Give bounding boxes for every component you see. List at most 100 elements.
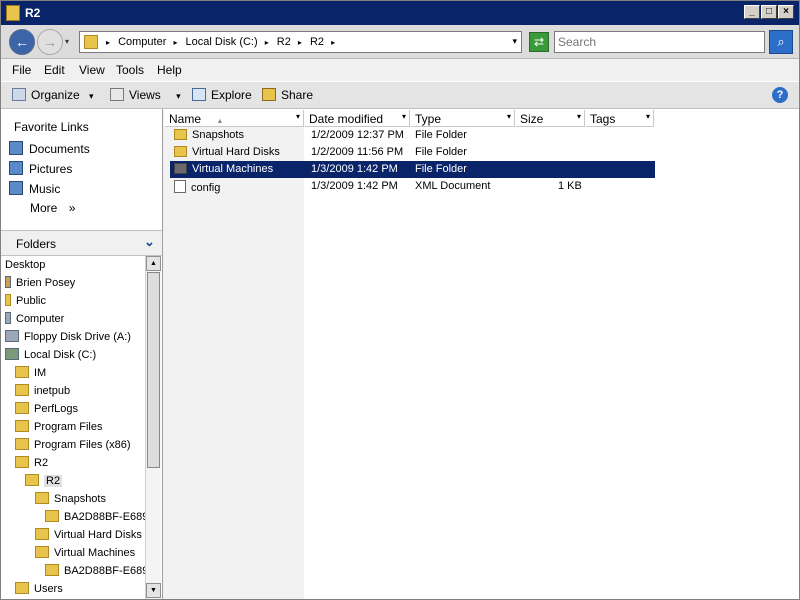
- tree-item[interactable]: Brien Posey: [5, 274, 75, 292]
- breadcrumb-separator[interactable]: ▸: [173, 38, 177, 47]
- address-bar[interactable]: ▸ Computer ▸ Local Disk (C:) ▸ R2 ▸ R2 ▸…: [79, 31, 522, 53]
- search-icon[interactable]: ⌕: [769, 30, 793, 54]
- column-header-date-modified[interactable]: Date modified ▾: [305, 110, 410, 127]
- file-row[interactable]: Virtual Hard Disks 1/2/2009 11:56 PM Fil…: [170, 144, 655, 161]
- folder-icon: [15, 420, 29, 432]
- folders-header[interactable]: Folders ⌄: [1, 230, 162, 256]
- sorted-column-shading: [164, 127, 304, 599]
- file-name-cell: config: [174, 180, 220, 194]
- tree-item[interactable]: Floppy Disk Drive (A:): [5, 328, 131, 346]
- folder-tree-scrollbar[interactable]: ▲ ▼: [145, 256, 161, 599]
- folder-icon: [84, 35, 98, 49]
- file-name-cell: Virtual Hard Disks: [174, 146, 280, 158]
- tree-label: IM: [34, 367, 47, 379]
- column-dropdown-icon[interactable]: ▾: [646, 112, 650, 121]
- breadcrumb-r2[interactable]: R2: [277, 36, 291, 48]
- favorite-music[interactable]: Music: [9, 181, 60, 196]
- tree-item[interactable]: Virtual Machines: [35, 544, 135, 562]
- close-button[interactable]: ×: [778, 5, 794, 19]
- column-dropdown-icon[interactable]: ▾: [507, 112, 511, 121]
- tree-item[interactable]: inetpub: [15, 382, 70, 400]
- breadcrumb-separator[interactable]: ▸: [106, 38, 110, 47]
- column-dropdown-icon[interactable]: ▾: [577, 112, 581, 121]
- menu-help[interactable]: Help: [157, 63, 182, 77]
- tree-label: Floppy Disk Drive (A:): [24, 331, 131, 343]
- file-row[interactable]: config 1/3/2009 1:42 PM XML Document 1 K…: [170, 178, 655, 195]
- file-date: 1/3/2009 1:42 PM: [311, 163, 398, 175]
- breadcrumb-separator[interactable]: ▸: [298, 38, 302, 47]
- tree-item[interactable]: Public: [5, 292, 46, 310]
- menu-tools[interactable]: Tools: [116, 63, 144, 77]
- tree-item[interactable]: PerfLogs: [15, 400, 78, 418]
- maximize-button[interactable]: □: [761, 5, 777, 19]
- favorite-more[interactable]: More »: [30, 201, 75, 215]
- breadcrumb-r2-current[interactable]: R2: [310, 36, 324, 48]
- sort-ascending-icon: ▲: [216, 118, 224, 125]
- share-button[interactable]: Share: [262, 88, 313, 102]
- column-header-size[interactable]: Size ▾: [516, 110, 585, 127]
- search-input[interactable]: [554, 31, 765, 53]
- tree-item[interactable]: Local Disk (C:): [5, 346, 96, 364]
- column-header-name[interactable]: Name ▲ ▾: [165, 110, 304, 127]
- chevron-down-icon[interactable]: ⌄: [144, 234, 155, 250]
- back-button[interactable]: ←: [9, 29, 35, 55]
- breadcrumb: ▸ Computer ▸ Local Disk (C:) ▸ R2 ▸ R2 ▸: [106, 36, 340, 48]
- organize-button[interactable]: Organize ▾: [12, 88, 94, 102]
- tree-item[interactable]: Virtual Hard Disks: [35, 526, 142, 544]
- music-icon: [9, 181, 23, 195]
- breadcrumb-separator[interactable]: ▸: [265, 38, 269, 47]
- folder-icon: [35, 528, 49, 540]
- refresh-button[interactable]: ⇄: [529, 32, 549, 52]
- scroll-thumb[interactable]: [147, 272, 160, 468]
- tree-item[interactable]: BA2D88BF-E689: [45, 562, 145, 580]
- favorite-documents[interactable]: Documents: [9, 141, 90, 156]
- column-header-type[interactable]: Type ▾: [411, 110, 515, 127]
- menu-edit[interactable]: Edit: [44, 63, 65, 77]
- folder-icon: [15, 402, 29, 414]
- floppy-drive-icon: [5, 330, 19, 342]
- tree-item[interactable]: Program Files (x86): [15, 436, 131, 454]
- window-title: R2: [25, 6, 41, 20]
- column-label: Size: [520, 112, 544, 126]
- tree-item[interactable]: Computer: [5, 310, 64, 328]
- tree-item[interactable]: Program Files: [15, 418, 102, 436]
- breadcrumb-computer[interactable]: Computer: [118, 36, 166, 48]
- tree-item[interactable]: Users: [15, 580, 63, 598]
- scroll-down-button[interactable]: ▼: [146, 583, 161, 598]
- tree-item[interactable]: R2: [15, 454, 48, 472]
- tree-item[interactable]: BA2D88BF-E689: [45, 508, 145, 526]
- tree-item[interactable]: IM: [15, 364, 46, 382]
- title-bar[interactable]: R2 _ □ ×: [1, 1, 799, 25]
- menu-bar: File Edit View Tools Help: [1, 59, 799, 81]
- explore-button[interactable]: Explore: [192, 88, 252, 102]
- tree-label: Public: [16, 295, 46, 307]
- tree-label: Desktop: [5, 259, 46, 271]
- favorite-pictures[interactable]: Pictures: [9, 161, 72, 176]
- folder-icon: [35, 546, 49, 558]
- tree-item-selected[interactable]: R2: [25, 472, 63, 490]
- column-header-tags[interactable]: Tags ▾: [586, 110, 654, 127]
- file-row[interactable]: Snapshots 1/2/2009 12:37 PM File Folder: [170, 127, 655, 144]
- favorite-label: Documents: [29, 142, 90, 156]
- column-label: Tags: [590, 112, 616, 126]
- recent-pages-dropdown[interactable]: ▾: [65, 37, 69, 46]
- address-dropdown-icon[interactable]: ▾: [512, 36, 517, 47]
- folder-icon: [174, 163, 187, 174]
- column-dropdown-icon[interactable]: ▾: [402, 112, 406, 121]
- folder-icon: [15, 456, 29, 468]
- help-icon[interactable]: ?: [772, 87, 788, 103]
- forward-button[interactable]: →: [37, 29, 63, 55]
- minimize-button[interactable]: _: [744, 5, 760, 19]
- navigation-bar: ← → ▾ ▸ Computer ▸ Local Disk (C:) ▸ R2 …: [1, 25, 799, 59]
- breadcrumb-separator[interactable]: ▸: [331, 38, 335, 47]
- scroll-up-button[interactable]: ▲: [146, 256, 161, 271]
- file-date: 1/3/2009 1:42 PM: [311, 180, 398, 192]
- menu-view[interactable]: View: [79, 63, 105, 77]
- column-dropdown-icon[interactable]: ▾: [296, 112, 300, 121]
- tree-item[interactable]: Snapshots: [35, 490, 106, 508]
- views-button[interactable]: Views ▾: [110, 88, 181, 102]
- breadcrumb-local-disk[interactable]: Local Disk (C:): [186, 36, 258, 48]
- menu-file[interactable]: File: [12, 63, 31, 77]
- tree-item[interactable]: Desktop: [5, 256, 45, 274]
- file-row-selected[interactable]: Virtual Machines 1/3/2009 1:42 PM File F…: [170, 161, 655, 178]
